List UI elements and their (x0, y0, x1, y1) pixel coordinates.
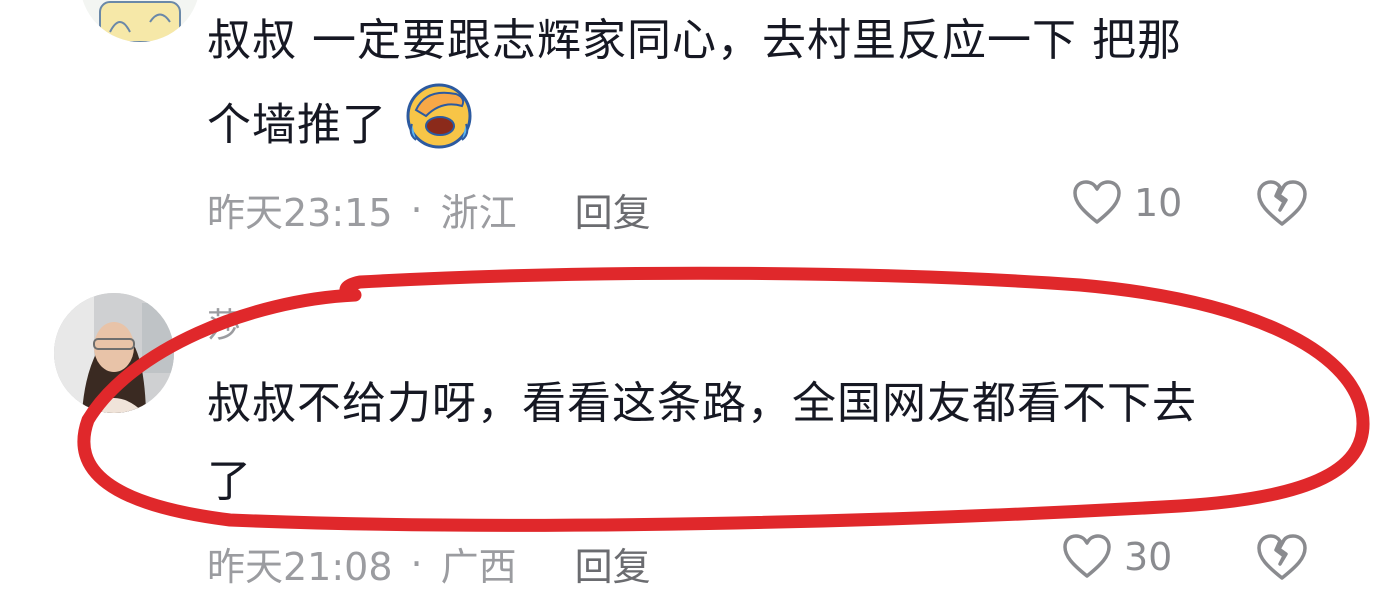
like-button[interactable]: 10 (1072, 180, 1182, 226)
comment-time: 昨天23:15 (207, 191, 393, 235)
comment-location: 广西 (440, 545, 517, 589)
like-button[interactable]: 30 (1062, 534, 1172, 580)
comment-location: 浙江 (440, 191, 517, 235)
comment-text-line1: 叔叔不给力呀，看看这条路，全国网友都看不下去 (207, 378, 1197, 429)
broken-heart-icon (1257, 180, 1307, 226)
avatar[interactable] (80, 0, 200, 42)
comment-meta: 昨天23:15 · 浙江 回复 (207, 182, 651, 237)
broken-heart-icon (1257, 534, 1307, 580)
separator-dot: · (410, 187, 423, 232)
reply-button[interactable]: 回复 (575, 182, 651, 237)
like-count: 10 (1134, 181, 1183, 225)
username[interactable]: 莎 (207, 298, 241, 347)
comment-time: 昨天21:08 (207, 545, 393, 589)
comment-meta: 昨天21:08 · 广西 回复 (207, 536, 651, 591)
facepalm-crying-emoji-icon (404, 80, 474, 175)
comment-text-line2: 了 (207, 456, 252, 507)
dislike-button[interactable] (1256, 180, 1308, 232)
heart-icon (1063, 534, 1111, 578)
dislike-button[interactable] (1256, 534, 1308, 586)
comment-text-line1: 叔叔 一定要跟志辉家同心，去村里反应一下 把那 (207, 15, 1182, 66)
reply-button[interactable]: 回复 (575, 536, 651, 591)
comment-text: 叔叔 一定要跟志辉家同心，去村里反应一下 把那 个墙推了 (207, 2, 1317, 175)
like-count: 30 (1124, 535, 1173, 579)
avatar[interactable] (54, 293, 174, 413)
heart-icon (1073, 180, 1121, 224)
comment-text-line2: 个墙推了 (207, 99, 387, 151)
comment-text: 叔叔不给力呀，看看这条路，全国网友都看不下去 了 (207, 365, 1317, 521)
separator-dot: · (410, 541, 423, 586)
